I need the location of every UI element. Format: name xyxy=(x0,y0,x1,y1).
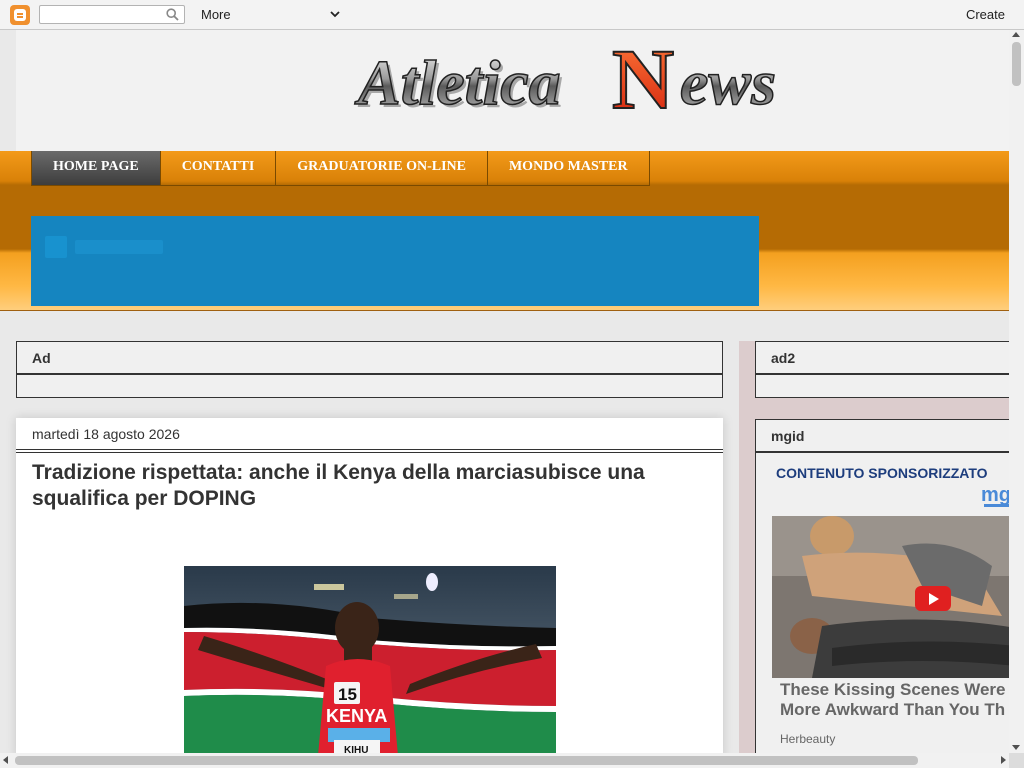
menu-item-mondo-master[interactable]: MONDO MASTER xyxy=(488,151,649,185)
more-label: More xyxy=(201,7,231,22)
scroll-right-arrow-icon[interactable] xyxy=(1001,756,1006,764)
menu-item-contatti[interactable]: CONTATTI xyxy=(161,151,277,185)
banner-ad[interactable] xyxy=(31,216,759,306)
blog-post: martedì 18 agosto 2026 Tradizione rispet… xyxy=(16,418,723,758)
horizontal-scroll-thumb[interactable] xyxy=(15,756,918,765)
search-icon[interactable] xyxy=(166,8,179,21)
scrollbar-corner xyxy=(1009,753,1024,768)
banner-faint-icon xyxy=(45,236,67,258)
post-date-divider xyxy=(16,449,723,453)
sponsored-image[interactable] xyxy=(772,516,1014,678)
blog-search-input[interactable] xyxy=(39,5,185,24)
ad-widget-title: Ad xyxy=(17,342,722,375)
blog-header: Atletica Atletica N ews xyxy=(16,30,1009,151)
scroll-up-arrow-icon[interactable] xyxy=(1012,32,1020,37)
more-dropdown[interactable]: More xyxy=(201,7,341,23)
sponsored-source[interactable]: Herbeauty xyxy=(780,732,835,746)
post-image-athlete-kenya-flag[interactable]: 15 KENYA KIHU xyxy=(184,566,556,756)
sponsored-headline-line2: More Awkward Than You Th xyxy=(780,700,1006,719)
sponsored-content-label: CONTENUTO SPONSORIZZATO xyxy=(776,465,988,481)
vertical-scrollbar[interactable] xyxy=(1009,30,1024,753)
create-blog-link[interactable]: Create xyxy=(966,7,1005,22)
logo-news-text: ews xyxy=(680,47,776,118)
post-date: martedì 18 agosto 2026 xyxy=(32,426,180,442)
atletica-news-logo[interactable]: Atletica Atletica N ews xyxy=(334,36,804,126)
mgid-widget: mgid CONTENUTO SPONSORIZZATO mg These Ki… xyxy=(755,419,1015,759)
mgid-widget-title: mgid xyxy=(756,420,1014,453)
ad2-widget: ad2 xyxy=(755,341,1015,398)
menu-item-home[interactable]: HOME PAGE xyxy=(32,151,161,185)
ad-widget: Ad xyxy=(16,341,723,398)
vertical-scroll-thumb[interactable] xyxy=(1012,42,1021,86)
banner-faint-text xyxy=(75,240,163,254)
main-menu: HOME PAGE CONTATTI GRADUATORIE ON-LINE M… xyxy=(31,151,650,186)
play-button-icon[interactable] xyxy=(915,586,951,611)
ad2-widget-title: ad2 xyxy=(756,342,1014,375)
chevron-down-icon xyxy=(330,11,340,18)
logo-atletica-text: Atletica xyxy=(354,47,561,118)
shirt-text: KENYA xyxy=(326,706,387,726)
sponsored-headline[interactable]: These Kissing Scenes Were More Awkward T… xyxy=(780,680,1014,720)
logo-n-letter: N xyxy=(612,36,674,126)
bib-number: 15 xyxy=(338,685,357,704)
blogger-navbar: More Create xyxy=(0,0,1024,30)
sponsored-image-graphic xyxy=(772,516,1014,678)
blogger-logo-icon[interactable] xyxy=(10,5,30,25)
scroll-down-arrow-icon[interactable] xyxy=(1012,745,1020,750)
sponsored-headline-line1: These Kissing Scenes Were xyxy=(780,680,1006,699)
scroll-left-arrow-icon[interactable] xyxy=(3,756,8,764)
menu-item-graduatorie[interactable]: GRADUATORIE ON-LINE xyxy=(276,151,488,185)
horizontal-scrollbar[interactable] xyxy=(0,753,1009,768)
navigation-band: HOME PAGE CONTATTI GRADUATORIE ON-LINE M… xyxy=(0,151,1009,311)
post-title[interactable]: Tradizione rispettata: anche il Kenya de… xyxy=(32,460,702,512)
